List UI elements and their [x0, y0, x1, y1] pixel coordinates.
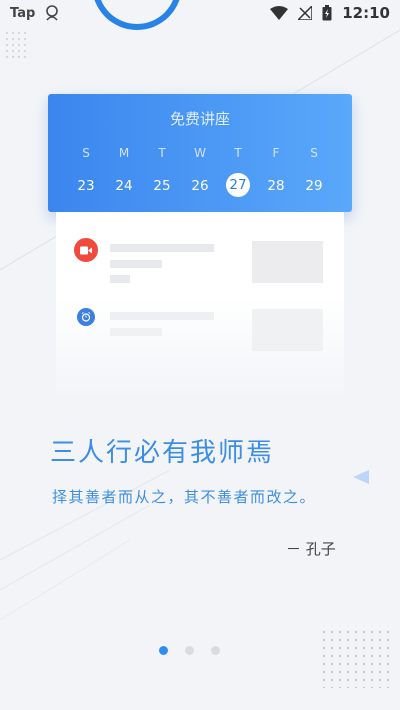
skeleton-thumbnail: [252, 241, 323, 283]
decor-dots-bottom-right: [320, 628, 394, 688]
calendar-day[interactable]: 28: [257, 178, 295, 197]
status-left: Tap: [10, 4, 61, 22]
weekday-label: S: [82, 146, 90, 160]
weekday-label: M: [118, 146, 130, 160]
weekday-label: W: [194, 146, 206, 160]
battery-charging-icon: [322, 5, 332, 21]
calendar-title: 免费讲座: [169, 110, 230, 128]
status-time: 12:10: [342, 4, 390, 22]
calendar-day-selected[interactable]: 27: [219, 173, 257, 197]
calendar-card: 免费讲座 S M T W T F S 23 24 25 26 27 28 29: [48, 94, 352, 212]
skeleton-line: [110, 275, 130, 283]
wifi-icon: [270, 6, 289, 20]
status-right: 12:10: [270, 4, 390, 22]
skeleton-line: [110, 260, 162, 268]
decor-dots-top-left: [4, 30, 30, 60]
signal-off-icon: [298, 6, 313, 20]
weekday-label: T: [234, 146, 242, 160]
decor-triangle: [353, 470, 369, 484]
page-dot[interactable]: [211, 646, 220, 655]
selected-day-label: 27: [226, 173, 250, 197]
quote-author: － 孔子: [286, 540, 336, 558]
alarm-clock-icon: [77, 308, 95, 326]
status-bar: Tap 12:10: [0, 0, 400, 26]
weekday-label: S: [310, 146, 318, 160]
calendar-weekdays: S M T W T F S: [48, 146, 352, 160]
calendar-day[interactable]: 25: [143, 178, 181, 197]
skeleton-line: [110, 244, 214, 252]
skeleton-thumbnail: [252, 309, 323, 351]
weekday-label: T: [158, 146, 166, 160]
calendar-day[interactable]: 23: [67, 178, 105, 197]
calendar-day[interactable]: 26: [181, 178, 219, 197]
skeleton-line: [110, 328, 162, 336]
page-dot-active[interactable]: [159, 646, 168, 655]
quote-title: 三人行必有我师焉: [50, 438, 275, 468]
calendar-day[interactable]: 24: [105, 178, 143, 197]
calendar-day[interactable]: 29: [295, 178, 333, 197]
quote-text: 择其善者而从之，其不善者而改之。: [52, 488, 317, 506]
lecture-list-card: [56, 212, 344, 402]
weekday-label: F: [272, 146, 280, 160]
skeleton-line: [110, 312, 214, 320]
video-camera-icon: [74, 238, 98, 262]
calendar-days: 23 24 25 26 27 28 29: [48, 173, 352, 197]
page-indicator: [159, 646, 220, 655]
mascot-icon: [43, 4, 61, 22]
page-dot[interactable]: [185, 646, 194, 655]
app-label: Tap: [10, 5, 36, 21]
